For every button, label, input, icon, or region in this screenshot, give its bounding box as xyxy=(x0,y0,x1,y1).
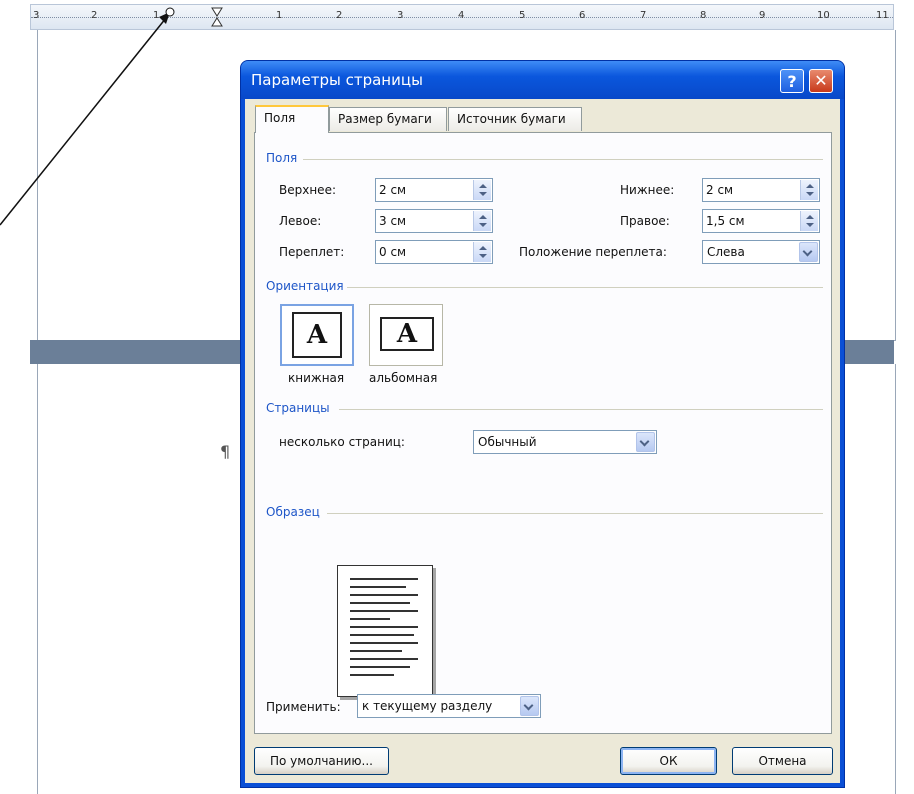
dialog-title: Параметры страницы xyxy=(251,71,423,89)
chevron-down-icon[interactable] xyxy=(520,696,539,716)
bottom-margin-label: Нижнее: xyxy=(620,183,675,197)
multiple-pages-value: Обычный xyxy=(478,435,537,449)
gutter-position-value: Слева xyxy=(707,245,745,259)
right-margin-spinner[interactable]: 1,5 см xyxy=(702,209,820,233)
portrait-button[interactable]: A xyxy=(280,304,354,366)
close-button[interactable]: ✕ xyxy=(809,69,833,93)
left-margin-value: 3 см xyxy=(379,214,407,228)
spin-arrows-icon[interactable] xyxy=(473,242,491,262)
default-button[interactable]: По умолчанию... xyxy=(254,747,389,775)
margins-group-label: Поля xyxy=(266,151,298,165)
dialog-titlebar[interactable]: Параметры страницы ? ✕ xyxy=(241,61,844,99)
help-button[interactable]: ? xyxy=(780,69,804,93)
dialog-client-area: Поля Размер бумаги Источник бумаги Поля … xyxy=(245,99,840,783)
apply-to-label: Применить: xyxy=(266,700,341,714)
page-setup-dialog: Параметры страницы ? ✕ Поля Размер бумаг… xyxy=(241,61,844,787)
apply-to-value: к текущему разделу xyxy=(362,699,493,713)
spin-arrows-icon[interactable] xyxy=(800,211,818,231)
preview-line xyxy=(350,658,418,660)
portrait-icon: A xyxy=(292,312,342,358)
spin-arrows-icon[interactable] xyxy=(800,180,818,200)
gutter-label: Переплет: xyxy=(279,245,345,259)
tab-paper-source[interactable]: Источник бумаги xyxy=(448,107,582,131)
preview-line xyxy=(350,586,406,588)
chevron-down-icon[interactable] xyxy=(799,242,818,262)
right-margin-label: Правое: xyxy=(620,214,670,228)
portrait-label: книжная xyxy=(288,371,345,385)
preview-line xyxy=(350,674,394,676)
divider xyxy=(347,287,823,288)
preview-line xyxy=(350,666,410,668)
divider xyxy=(303,159,823,160)
orientation-group-label: Ориентация xyxy=(266,279,344,293)
divider xyxy=(327,513,823,514)
preview-line xyxy=(350,634,414,636)
bottom-margin-value: 2 см xyxy=(706,183,734,197)
left-margin-spinner[interactable]: 3 см xyxy=(375,209,493,233)
divider xyxy=(339,409,823,410)
preview-line xyxy=(350,610,418,612)
page-preview xyxy=(337,565,433,697)
apply-to-select[interactable]: к текущему разделу xyxy=(357,694,541,718)
gutter-position-label: Положение переплета: xyxy=(519,245,667,259)
right-margin-value: 1,5 см xyxy=(706,214,745,228)
bottom-margin-spinner[interactable]: 2 см xyxy=(702,178,820,202)
preview-line xyxy=(350,578,418,580)
multiple-pages-select[interactable]: Обычный xyxy=(473,430,657,454)
gutter-spinner[interactable]: 0 см xyxy=(375,240,493,264)
sample-group-label: Образец xyxy=(266,505,320,519)
pages-group-label: Страницы xyxy=(266,401,330,415)
gutter-value: 0 см xyxy=(379,245,407,259)
preview-line xyxy=(350,626,418,628)
tab-paper-size[interactable]: Размер бумаги xyxy=(329,107,447,131)
preview-line xyxy=(350,602,410,604)
gutter-position-select[interactable]: Слева xyxy=(702,240,820,264)
landscape-button[interactable]: A xyxy=(369,304,443,366)
left-margin-label: Левое: xyxy=(279,214,322,228)
tab-panel-margins: Поля Верхнее: 2 см Нижнее: 2 см Левое: 3… xyxy=(254,132,832,734)
preview-line xyxy=(350,642,418,644)
landscape-label: альбомная xyxy=(369,371,438,385)
tab-margins[interactable]: Поля xyxy=(255,105,329,133)
multiple-pages-label: несколько страниц: xyxy=(279,435,405,449)
spin-arrows-icon[interactable] xyxy=(473,211,491,231)
top-margin-label: Верхнее: xyxy=(279,183,336,197)
landscape-icon: A xyxy=(380,317,434,351)
spin-arrows-icon[interactable] xyxy=(473,180,491,200)
preview-line xyxy=(350,594,418,596)
top-margin-spinner[interactable]: 2 см xyxy=(375,178,493,202)
cancel-button[interactable]: Отмена xyxy=(732,747,833,775)
chevron-down-icon[interactable] xyxy=(636,432,655,452)
preview-line xyxy=(350,650,402,652)
top-margin-value: 2 см xyxy=(379,183,407,197)
ok-button[interactable]: ОК xyxy=(620,747,717,775)
preview-line xyxy=(350,618,390,620)
